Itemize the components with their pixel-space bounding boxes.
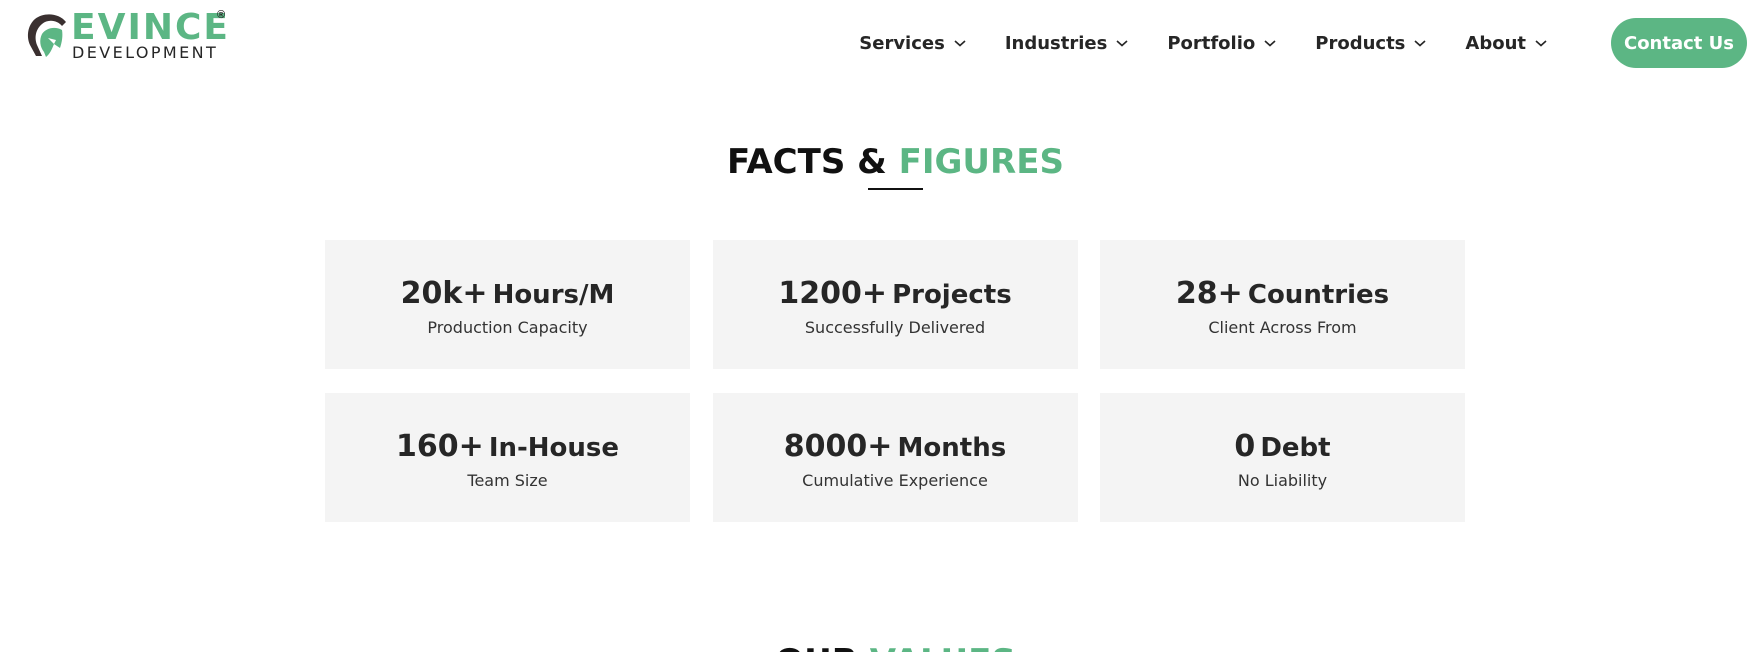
fact-card: 1200+ Projects Successfully Delivered <box>712 240 1078 369</box>
title-main: OUR <box>775 642 870 652</box>
fact-number: 1200+ <box>778 276 887 311</box>
fact-card: 160+ In-House Team Size <box>325 393 690 522</box>
nav-item-label: About <box>1465 32 1526 54</box>
title-accent: FIGURES <box>898 142 1064 182</box>
fact-number: 0 <box>1234 429 1256 464</box>
nav-item-label: Services <box>859 32 945 54</box>
fact-number: 28+ <box>1175 276 1243 311</box>
fact-card: 28+ Countries Client Across From <box>1100 240 1465 369</box>
chevron-down-icon <box>1535 40 1547 47</box>
fact-caption: Production Capacity <box>427 318 588 337</box>
fact-unit: Hours/M <box>492 280 615 310</box>
fact-unit: Months <box>897 433 1007 463</box>
fact-caption: Client Across From <box>1208 318 1357 337</box>
contact-us-button[interactable]: Contact Us <box>1611 18 1747 68</box>
nav-item-industries[interactable]: Industries <box>1005 33 1130 54</box>
chevron-down-icon <box>1264 40 1276 47</box>
nav-item-label: Industries <box>1004 32 1108 54</box>
fact-number: 8000+ <box>783 429 893 464</box>
nav-item-label: Products <box>1315 32 1406 54</box>
chevron-down-icon <box>954 40 966 47</box>
chevron-down-icon <box>1116 40 1128 47</box>
fact-caption: No Liability <box>1237 471 1328 490</box>
title-underline <box>868 188 923 190</box>
nav-item-portfolio[interactable]: Portfolio <box>1167 33 1277 54</box>
fact-caption: Team Size <box>467 471 548 490</box>
fact-headline: 1200+ Projects <box>778 276 1011 316</box>
fact-number: 160+ <box>395 429 484 464</box>
registered-mark: ® <box>217 9 226 21</box>
chevron-down-icon <box>1414 40 1426 47</box>
values-section-title: OUR VALUES <box>0 640 1762 652</box>
facts-section-title: FACTS & FIGURES <box>0 140 1762 184</box>
fact-headline: 0 Debt <box>1234 429 1330 469</box>
nav-item-products[interactable]: Products <box>1315 33 1427 54</box>
site-header: EVINCE ® DEVELOPMENT Services Industries… <box>0 0 1762 86</box>
fact-unit: In-House <box>488 433 620 463</box>
title-main: FACTS & <box>727 142 899 182</box>
fact-unit: Countries <box>1247 280 1390 310</box>
main-nav: Services Industries Portfolio Products A… <box>859 28 1548 58</box>
nav-item-services[interactable]: Services <box>859 33 967 54</box>
brand-logo[interactable]: EVINCE ® DEVELOPMENT <box>26 8 236 64</box>
fact-unit: Projects <box>892 280 1012 310</box>
fact-number: 20k+ <box>400 276 488 311</box>
fact-headline: 8000+ Months <box>784 429 1006 469</box>
fact-headline: 160+ In-House <box>396 429 619 469</box>
facts-grid: 20k+ Hours/M Production Capacity 1200+ P… <box>325 240 1465 522</box>
fact-card: 8000+ Months Cumulative Experience <box>712 393 1078 522</box>
fact-card: 0 Debt No Liability <box>1100 393 1465 522</box>
logo-helmet-icon <box>27 14 67 57</box>
fact-card: 20k+ Hours/M Production Capacity <box>325 240 690 369</box>
fact-unit: Debt <box>1260 433 1331 463</box>
fact-headline: 28+ Countries <box>1176 276 1389 316</box>
brand-subtitle: DEVELOPMENT <box>72 43 219 62</box>
nav-item-about[interactable]: About <box>1465 33 1548 54</box>
fact-caption: Cumulative Experience <box>802 471 988 490</box>
nav-item-label: Portfolio <box>1167 32 1256 54</box>
fact-headline: 20k+ Hours/M <box>401 276 615 316</box>
title-accent: VALUES <box>870 642 1016 652</box>
fact-caption: Successfully Delivered <box>804 318 986 337</box>
brand-name: EVINCE <box>71 7 230 48</box>
